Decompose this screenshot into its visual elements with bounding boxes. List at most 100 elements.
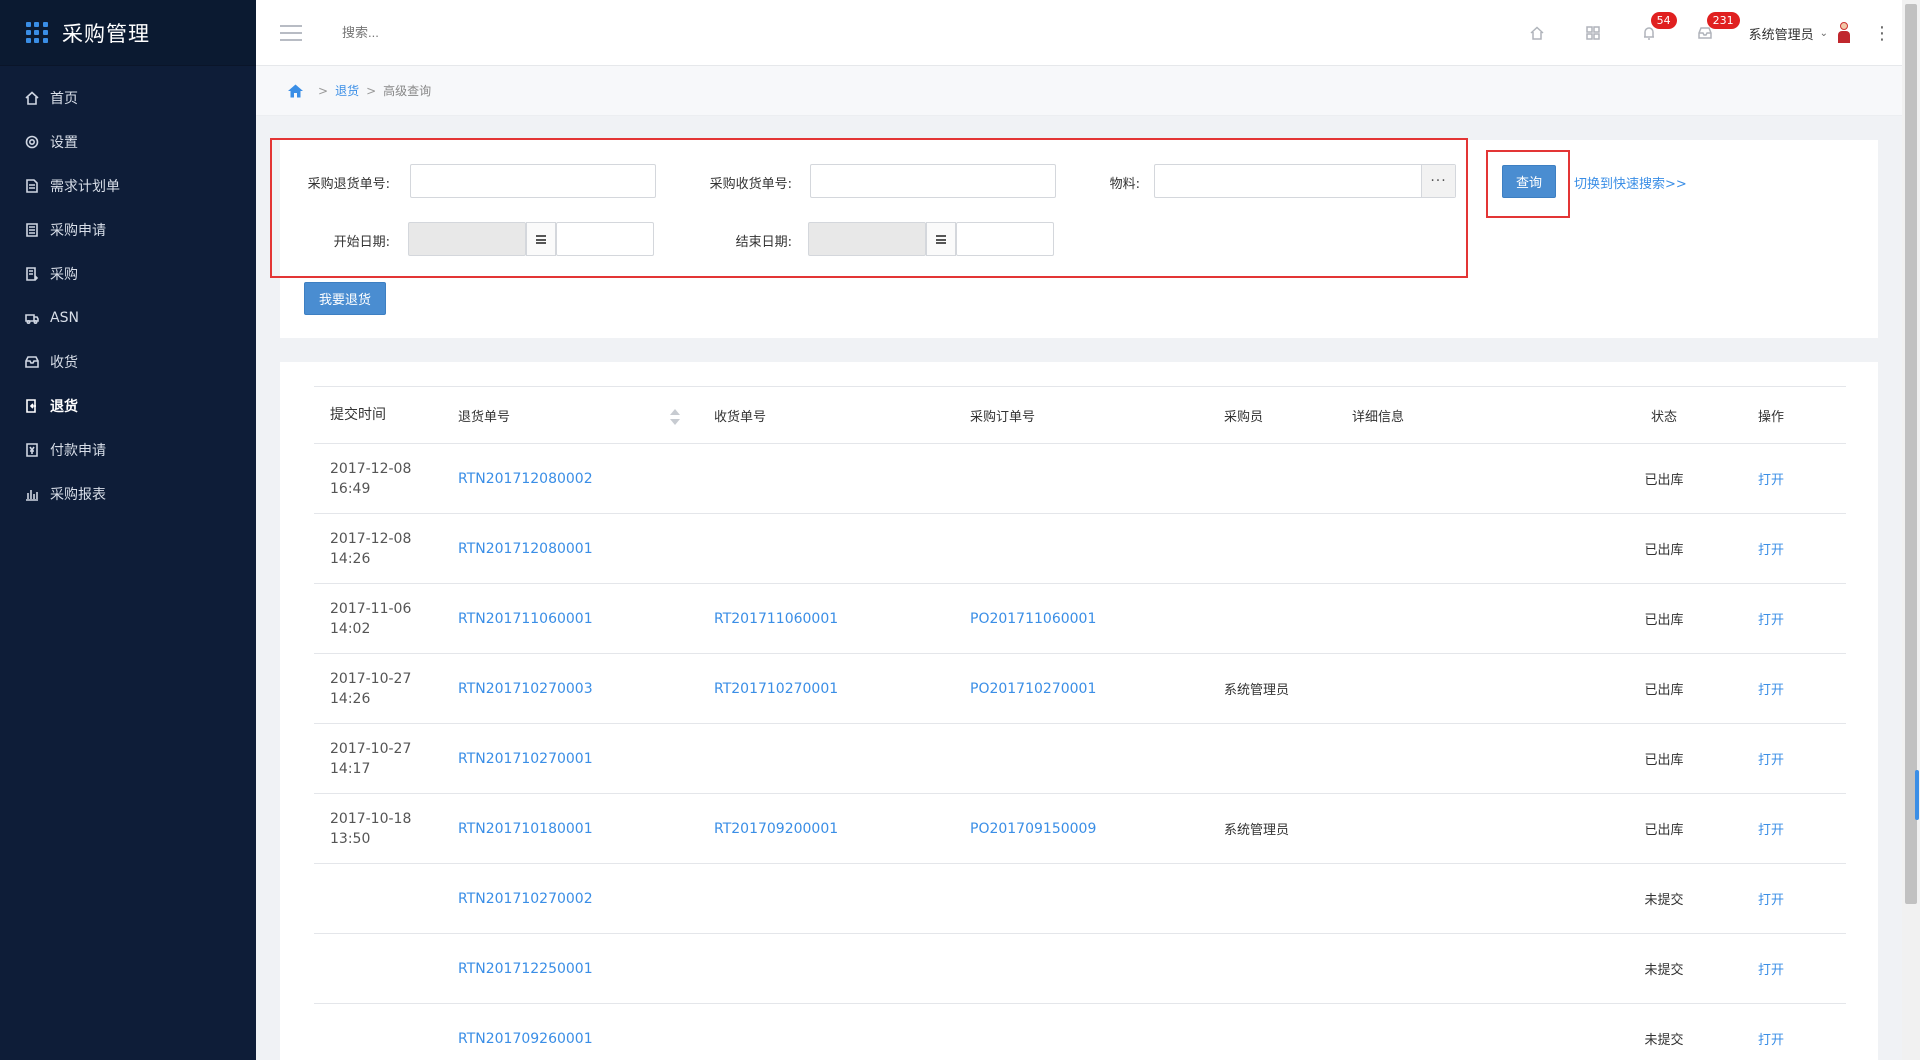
- notifications-badge: 54: [1650, 12, 1677, 29]
- receipt-no-link[interactable]: RT201710270001: [714, 681, 838, 697]
- receipt-no-link[interactable]: RT201711060001: [714, 611, 838, 627]
- open-link[interactable]: 打开: [1746, 1029, 1796, 1048]
- table-row: 2017-12-08 16:49 RTN201712080002 已出库 打开: [314, 444, 1846, 514]
- table-row: 2017-12-08 14:26 RTN201712080001 已出库 打开: [314, 514, 1846, 584]
- material-input[interactable]: ···: [1154, 164, 1456, 198]
- submit-date: 2017-12-08: [330, 460, 412, 477]
- sidebar-nav: 首页 设置 需求计划单 采购申请 采购 ASN 收货 退货 付款申请 采购报表: [0, 66, 256, 516]
- table-row: 2017-10-18 13:50 RTN201710180001 RT20170920…: [314, 794, 1846, 864]
- inbox-icon: [24, 354, 40, 370]
- receipt-no-input[interactable]: [810, 164, 1056, 198]
- end-time-input[interactable]: [956, 222, 1054, 256]
- results-panel: 提交时间 退货单号 收货单号 采购订单号 采购员 详细信息 状态 操作 2017…: [280, 362, 1878, 1060]
- po-no-link[interactable]: PO201709150009: [970, 821, 1096, 837]
- scroll-indicator: [1915, 770, 1919, 820]
- start-time-input[interactable]: [556, 222, 654, 256]
- submit-clock: 14:02: [330, 620, 371, 637]
- open-link[interactable]: 打开: [1746, 469, 1796, 488]
- return-no-link[interactable]: RTN201709260001: [458, 1031, 593, 1047]
- sidebar-item-home[interactable]: 首页: [0, 76, 256, 120]
- chevron-down-icon: ⌄: [1819, 27, 1828, 39]
- sidebar-item-purchase-report[interactable]: 采购报表: [0, 472, 256, 516]
- return-no-link[interactable]: RTN201710270003: [458, 681, 593, 697]
- return-no-link[interactable]: RTN201710270002: [458, 891, 593, 907]
- scrollbar-thumb[interactable]: [1905, 4, 1917, 904]
- header-return-no[interactable]: 退货单号: [458, 406, 510, 425]
- sidebar-item-returns[interactable]: 退货: [0, 384, 256, 428]
- status-text: 未提交: [1644, 1033, 1684, 1048]
- po-no-link[interactable]: PO201710270001: [970, 681, 1096, 697]
- return-no-link[interactable]: RTN201712080001: [458, 541, 593, 557]
- avatar: [1836, 22, 1852, 44]
- more-vertical-icon[interactable]: ⋮: [1862, 0, 1902, 66]
- apps-button[interactable]: [1565, 0, 1621, 66]
- table-row: RTN201710270002 未提交 打开: [314, 864, 1846, 934]
- menu-toggle-icon[interactable]: [280, 24, 302, 41]
- returns-table: 提交时间 退货单号 收货单号 采购订单号 采购员 详细信息 状态 操作 2017…: [314, 386, 1846, 1060]
- search-input[interactable]: [342, 17, 642, 48]
- list-icon: [24, 222, 40, 238]
- start-date-label: 开始日期:: [333, 235, 390, 250]
- open-link[interactable]: 打开: [1746, 679, 1796, 698]
- sidebar-item-label: 首页: [50, 91, 78, 107]
- submit-time: 2017-10-27 14:17: [330, 739, 440, 779]
- page-scrollbar[interactable]: [1902, 0, 1920, 1060]
- open-link[interactable]: 打开: [1746, 889, 1796, 908]
- sidebar-item-demand-plan[interactable]: 需求计划单: [0, 164, 256, 208]
- status-text: 已出库: [1644, 543, 1684, 558]
- notifications-button[interactable]: 54: [1621, 0, 1677, 66]
- open-link[interactable]: 打开: [1746, 609, 1796, 628]
- return-no-link[interactable]: RTN201710180001: [458, 821, 593, 837]
- status-text: 已出库: [1644, 823, 1684, 838]
- sidebar-item-label: 采购: [50, 267, 78, 283]
- buyer-name: 系统管理员: [1224, 683, 1290, 698]
- open-link[interactable]: 打开: [1746, 749, 1796, 768]
- return-no-link[interactable]: RTN201712080002: [458, 471, 593, 487]
- return-goods-button[interactable]: 我要退货: [304, 282, 386, 315]
- return-no-link[interactable]: RTN201710270001: [458, 751, 593, 767]
- sidebar-item-label: 采购申请: [50, 223, 106, 239]
- open-link[interactable]: 打开: [1746, 959, 1796, 978]
- sidebar-item-asn[interactable]: ASN: [0, 296, 256, 340]
- app-grid-icon[interactable]: [26, 21, 48, 44]
- open-link[interactable]: 打开: [1746, 819, 1796, 838]
- sidebar-item-purchase[interactable]: 采购: [0, 252, 256, 296]
- return-no-link[interactable]: RTN201711060001: [458, 611, 593, 627]
- breadcrumb-returns-link[interactable]: 退货: [335, 82, 359, 99]
- receipt-no-link[interactable]: RT201709200001: [714, 821, 838, 837]
- status-text: 已出库: [1644, 683, 1684, 698]
- submit-clock: 13:50: [330, 830, 371, 847]
- header-time: 提交时间: [330, 407, 386, 423]
- material-picker-button[interactable]: ···: [1421, 165, 1455, 197]
- open-link[interactable]: 打开: [1746, 539, 1796, 558]
- submit-time: 2017-10-27 14:26: [330, 669, 440, 709]
- sidebar-item-receiving[interactable]: 收货: [0, 340, 256, 384]
- receipt-no-label: 采购收货单号:: [709, 177, 792, 192]
- query-button[interactable]: 查询: [1502, 165, 1556, 198]
- switch-quick-search-link[interactable]: 切换到快速搜索>>: [1574, 173, 1687, 192]
- sidebar-item-payment-request[interactable]: 付款申请: [0, 428, 256, 472]
- return-no-link[interactable]: RTN201712250001: [458, 961, 593, 977]
- submit-clock: 14:17: [330, 760, 371, 777]
- calendar-icon[interactable]: [526, 222, 556, 256]
- messages-button[interactable]: 231: [1677, 0, 1740, 66]
- calendar-icon[interactable]: [926, 222, 956, 256]
- status-text: 已出库: [1644, 473, 1684, 488]
- sidebar-item-settings[interactable]: 设置: [0, 120, 256, 164]
- top-header: 54 231 系统管理员 ⌄ ⋮: [256, 0, 1920, 66]
- breadcrumb-current: 高级查询: [383, 84, 432, 98]
- home-button[interactable]: [1509, 0, 1565, 66]
- sidebar-item-label: 付款申请: [50, 443, 106, 459]
- status-text: 已出库: [1644, 613, 1684, 628]
- home-icon[interactable]: [288, 84, 303, 98]
- header-po-no: 采购订单号: [970, 409, 1036, 425]
- sort-icon[interactable]: [670, 409, 680, 427]
- filter-panel: 采购退货单号: 采购收货单号: 物料: ··· 开始日期: 结束日期: 查询 切…: [270, 138, 1878, 338]
- header-receipt-no: 收货单号: [714, 409, 767, 425]
- start-date-input[interactable]: [408, 222, 526, 256]
- user-menu[interactable]: 系统管理员 ⌄: [1733, 22, 1862, 44]
- return-no-input[interactable]: [410, 164, 656, 198]
- po-no-link[interactable]: PO201711060001: [970, 611, 1096, 627]
- end-date-input[interactable]: [808, 222, 926, 256]
- sidebar-item-purchase-request[interactable]: 采购申请: [0, 208, 256, 252]
